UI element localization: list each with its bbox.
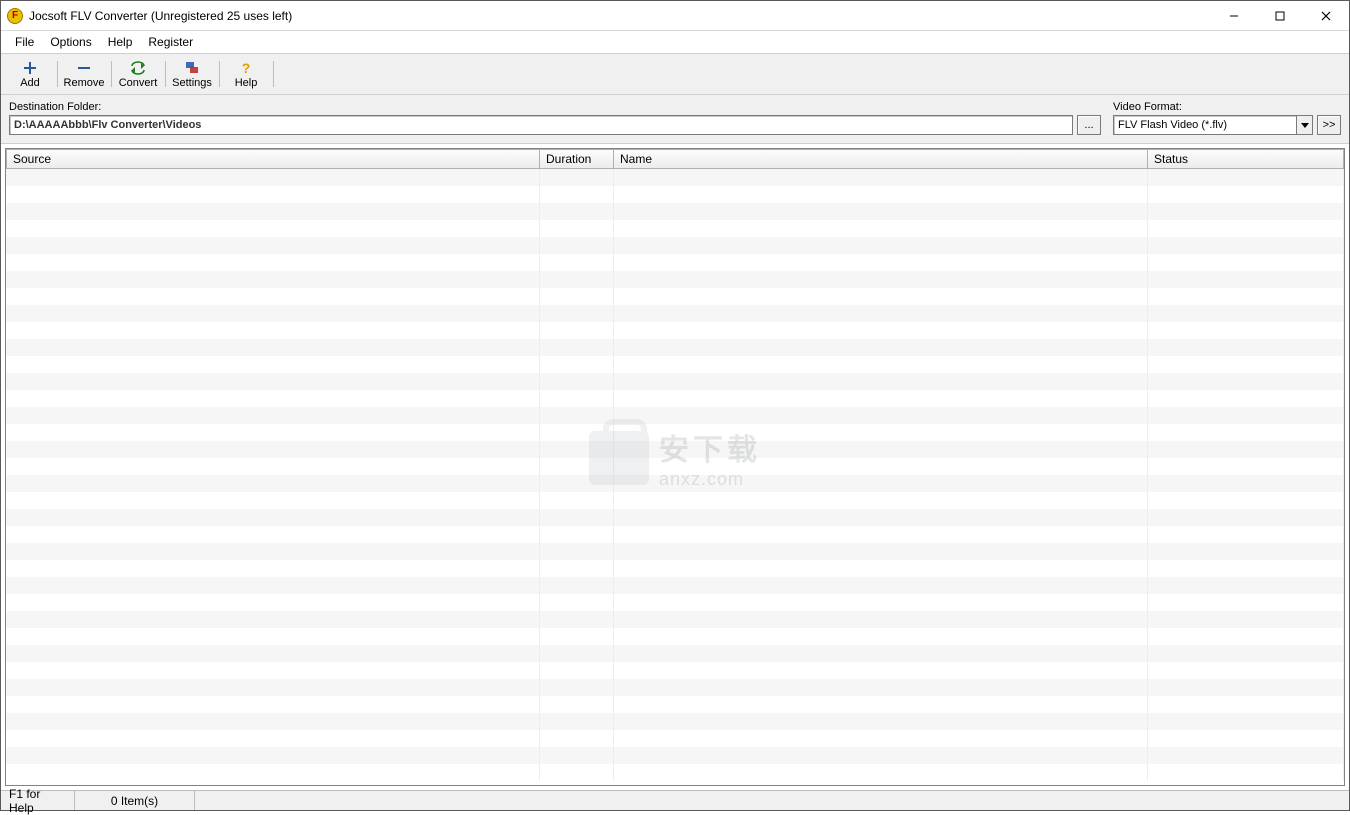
table-row[interactable] bbox=[6, 543, 1344, 560]
maximize-button[interactable] bbox=[1257, 1, 1303, 30]
table-row[interactable] bbox=[6, 271, 1344, 288]
status-bar: F1 for Help 0 Item(s) bbox=[1, 790, 1349, 810]
minus-icon bbox=[76, 60, 92, 76]
window-title: Jocsoft FLV Converter (Unregistered 25 u… bbox=[29, 9, 1211, 23]
maximize-icon bbox=[1275, 11, 1285, 21]
table-row[interactable] bbox=[6, 203, 1344, 220]
title-bar: F Jocsoft FLV Converter (Unregistered 25… bbox=[1, 1, 1349, 31]
table-row[interactable] bbox=[6, 577, 1344, 594]
toolbar-label: Settings bbox=[172, 77, 212, 89]
menu-help[interactable]: Help bbox=[100, 33, 141, 51]
help-icon: ? bbox=[238, 60, 254, 76]
destination-label: Destination Folder: bbox=[9, 101, 1101, 113]
plus-icon bbox=[22, 60, 38, 76]
table-row[interactable] bbox=[6, 560, 1344, 577]
table-row[interactable] bbox=[6, 662, 1344, 679]
convert-button[interactable]: Convert bbox=[113, 56, 163, 92]
status-item-count: 0 Item(s) bbox=[75, 791, 195, 810]
table-row[interactable] bbox=[6, 611, 1344, 628]
table-row[interactable] bbox=[6, 339, 1344, 356]
table-row[interactable] bbox=[6, 373, 1344, 390]
table-row[interactable] bbox=[6, 747, 1344, 764]
table-row[interactable] bbox=[6, 288, 1344, 305]
table-row[interactable] bbox=[6, 713, 1344, 730]
table-header: Source Duration Name Status bbox=[6, 149, 1344, 169]
settings-icon bbox=[184, 60, 200, 76]
destination-panel: Destination Folder: ... Video Format: FL… bbox=[1, 95, 1349, 144]
menu-register[interactable]: Register bbox=[140, 33, 201, 51]
table-row[interactable] bbox=[6, 696, 1344, 713]
table-row[interactable] bbox=[6, 679, 1344, 696]
format-options-button[interactable]: >> bbox=[1317, 115, 1341, 135]
table-row[interactable] bbox=[6, 628, 1344, 645]
table-row[interactable] bbox=[6, 322, 1344, 339]
toolbar: Add Remove Convert Settings ? Help bbox=[1, 53, 1349, 95]
table-row[interactable] bbox=[6, 730, 1344, 747]
close-icon bbox=[1321, 11, 1331, 21]
table-row[interactable] bbox=[6, 305, 1344, 322]
col-status[interactable]: Status bbox=[1148, 149, 1344, 169]
table-row[interactable] bbox=[6, 424, 1344, 441]
col-source[interactable]: Source bbox=[6, 149, 540, 169]
convert-icon bbox=[130, 60, 146, 76]
menu-file[interactable]: File bbox=[7, 33, 42, 51]
table-row[interactable] bbox=[6, 356, 1344, 373]
table-row[interactable] bbox=[6, 645, 1344, 662]
table-row[interactable] bbox=[6, 407, 1344, 424]
browse-button[interactable]: ... bbox=[1077, 115, 1101, 135]
toolbar-label: Help bbox=[235, 77, 258, 89]
table-row[interactable] bbox=[6, 492, 1344, 509]
chevron-down-icon bbox=[1296, 116, 1312, 134]
table-row[interactable] bbox=[6, 475, 1344, 492]
close-button[interactable] bbox=[1303, 1, 1349, 30]
help-button[interactable]: ? Help bbox=[221, 56, 271, 92]
col-duration[interactable]: Duration bbox=[540, 149, 614, 169]
video-format-value: FLV Flash Video (*.flv) bbox=[1114, 119, 1296, 131]
table-row[interactable] bbox=[6, 390, 1344, 407]
table-row[interactable] bbox=[6, 220, 1344, 237]
toolbar-label: Convert bbox=[119, 77, 158, 89]
toolbar-label: Remove bbox=[64, 77, 105, 89]
svg-text:?: ? bbox=[242, 60, 251, 76]
file-table: Source Duration Name Status 安下载 anxz.com bbox=[5, 148, 1345, 786]
video-format-label: Video Format: bbox=[1113, 101, 1341, 113]
table-row[interactable] bbox=[6, 764, 1344, 781]
minimize-icon bbox=[1229, 11, 1239, 21]
status-fill bbox=[195, 791, 1349, 810]
table-row[interactable] bbox=[6, 509, 1344, 526]
table-row[interactable] bbox=[6, 526, 1344, 543]
menu-options[interactable]: Options bbox=[42, 33, 99, 51]
menu-bar: File Options Help Register bbox=[1, 31, 1349, 53]
toolbar-label: Add bbox=[20, 77, 40, 89]
settings-button[interactable]: Settings bbox=[167, 56, 217, 92]
status-help: F1 for Help bbox=[1, 791, 75, 810]
minimize-button[interactable] bbox=[1211, 1, 1257, 30]
add-button[interactable]: Add bbox=[5, 56, 55, 92]
table-row[interactable] bbox=[6, 254, 1344, 271]
video-format-select[interactable]: FLV Flash Video (*.flv) bbox=[1113, 115, 1313, 135]
toolbar-separator bbox=[271, 56, 275, 92]
table-body[interactable]: 安下载 anxz.com bbox=[6, 169, 1344, 785]
table-row[interactable] bbox=[6, 441, 1344, 458]
table-row[interactable] bbox=[6, 169, 1344, 186]
table-row[interactable] bbox=[6, 186, 1344, 203]
col-name[interactable]: Name bbox=[614, 149, 1148, 169]
table-row[interactable] bbox=[6, 594, 1344, 611]
app-icon: F bbox=[7, 8, 23, 24]
destination-input[interactable] bbox=[9, 115, 1073, 135]
table-row[interactable] bbox=[6, 237, 1344, 254]
table-row[interactable] bbox=[6, 458, 1344, 475]
remove-button[interactable]: Remove bbox=[59, 56, 109, 92]
